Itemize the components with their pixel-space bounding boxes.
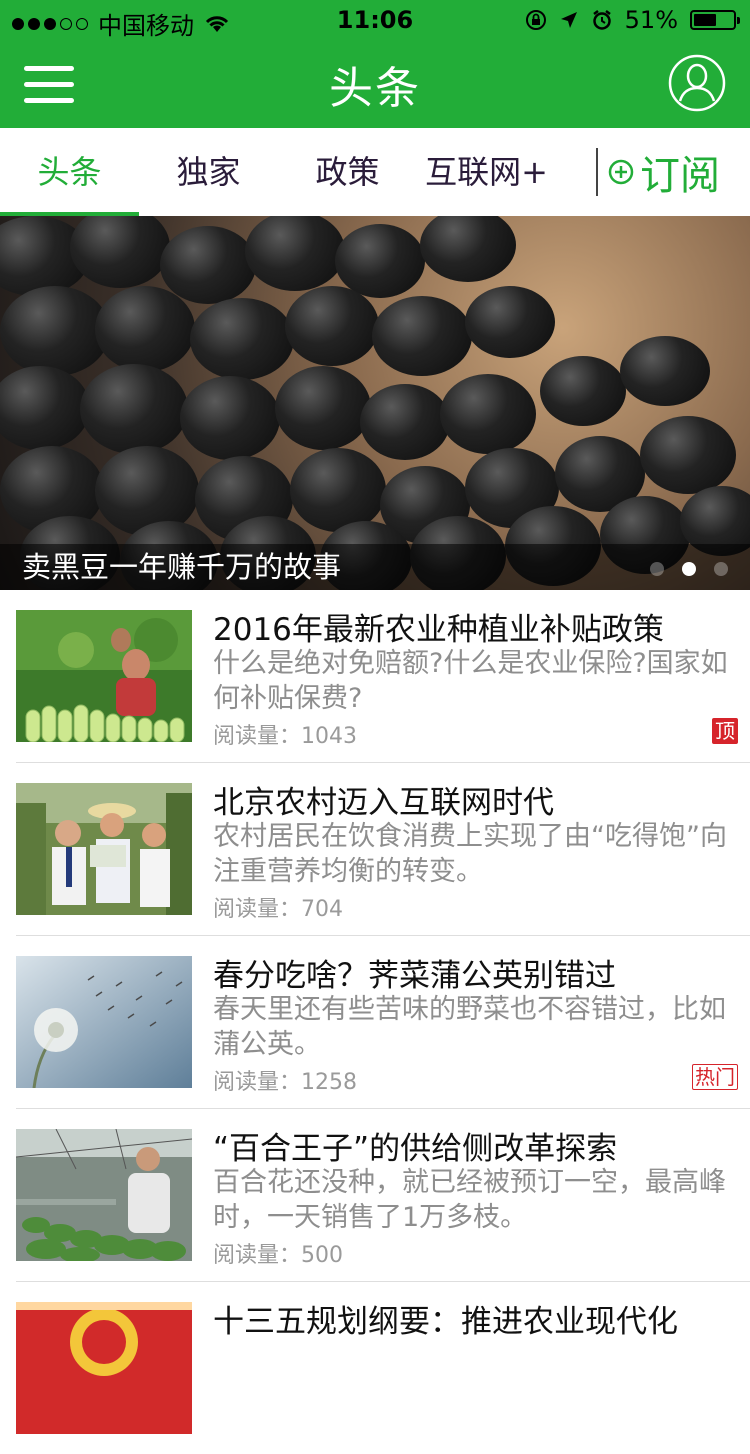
- news-summary: 什么是绝对免赔额?什么是农业保险?国家如何补贴保费?: [213, 648, 728, 714]
- subscribe-button[interactable]: 订阅: [608, 128, 720, 216]
- pinned-badge: 顶: [712, 718, 738, 744]
- news-title: “百合王子”的供给侧改革探索: [213, 1131, 618, 1167]
- pager-dot-active[interactable]: [682, 562, 696, 576]
- battery-percent: 51%: [624, 6, 678, 34]
- news-thumbnail: [16, 1302, 192, 1434]
- location-arrow-icon: [560, 12, 577, 28]
- tab-label: 独家: [176, 153, 241, 191]
- nav-bar: 头条: [0, 40, 750, 128]
- rotation-lock-icon: [525, 10, 546, 30]
- news-title: 春分吃啥？荠菜蒲公英别错过: [213, 958, 616, 994]
- tab-divider: [596, 148, 598, 196]
- hot-badge: 热门: [692, 1064, 738, 1090]
- pager-dot[interactable]: [714, 562, 728, 576]
- read-count: 阅读量：500: [213, 1243, 343, 1268]
- category-tabs: 头条 独家 政策 互联网+ 订阅: [0, 128, 750, 217]
- tab-label: 政策: [315, 153, 380, 191]
- banner-caption: 卖黑豆一年赚千万的故事: [0, 544, 750, 590]
- battery-icon: [690, 10, 740, 30]
- news-title: 北京农村迈入互联网时代: [213, 785, 554, 821]
- news-item[interactable]: “百合王子”的供给侧改革探索 百合花还没种，就已经被预订一空，最高峰时，一天销售…: [16, 1109, 750, 1282]
- status-bar: 中国移动 11:06 51%: [0, 0, 750, 40]
- news-title: 2016年最新农业种植业补贴政策: [213, 612, 664, 648]
- tab-label: 互联网+: [425, 153, 548, 191]
- news-item[interactable]: 北京农村迈入互联网时代 农村居民在饮食消费上实现了由“吃得饱”向注重营养均衡的转…: [16, 763, 750, 936]
- banner-carousel[interactable]: 卖黑豆一年赚千万的故事: [0, 216, 750, 590]
- news-item[interactable]: 2016年最新农业种植业补贴政策 什么是绝对免赔额?什么是农业保险?国家如何补贴…: [16, 590, 750, 763]
- news-item[interactable]: 春分吃啥？荠菜蒲公英别错过 春天里还有些苦味的野菜也不容错过，比如蒲公英。 阅读…: [16, 936, 750, 1109]
- read-count: 阅读量：704: [213, 897, 343, 922]
- page-title: 头条: [329, 63, 421, 114]
- news-thumbnail: [16, 1129, 192, 1261]
- carousel-pager[interactable]: [650, 562, 728, 576]
- news-summary: 春天里还有些苦味的野菜也不容错过，比如蒲公英。: [213, 994, 726, 1060]
- subscribe-label: 订阅: [640, 153, 720, 199]
- news-thumbnail: [16, 610, 192, 742]
- news-item[interactable]: 十三五规划纲要：推进农业现代化: [16, 1282, 750, 1454]
- news-thumbnail: [16, 956, 192, 1088]
- tab-headlines[interactable]: 头条: [0, 128, 139, 216]
- news-summary: 农村居民在饮食消费上实现了由“吃得饱”向注重营养均衡的转变。: [213, 821, 727, 887]
- pager-dot[interactable]: [650, 562, 664, 576]
- alarm-icon: [592, 10, 611, 30]
- read-count: 阅读量：1043: [213, 724, 357, 749]
- plus-circle-icon: [608, 159, 634, 185]
- news-summary: 百合花还没种，就已经被预订一空，最高峰时，一天销售了1万多枝。: [213, 1167, 726, 1233]
- tab-exclusive[interactable]: 独家: [139, 128, 278, 216]
- news-list: 2016年最新农业种植业补贴政策 什么是绝对免赔额?什么是农业保险?国家如何补贴…: [0, 590, 750, 1454]
- news-title: 十三五规划纲要：推进农业现代化: [213, 1304, 678, 1340]
- tab-internet-plus[interactable]: 互联网+: [417, 128, 556, 216]
- tab-policy[interactable]: 政策: [278, 128, 417, 216]
- tab-label: 头条: [37, 153, 102, 191]
- read-count: 阅读量：1258: [213, 1070, 357, 1095]
- news-thumbnail: [16, 783, 192, 915]
- user-profile-icon[interactable]: [668, 54, 726, 112]
